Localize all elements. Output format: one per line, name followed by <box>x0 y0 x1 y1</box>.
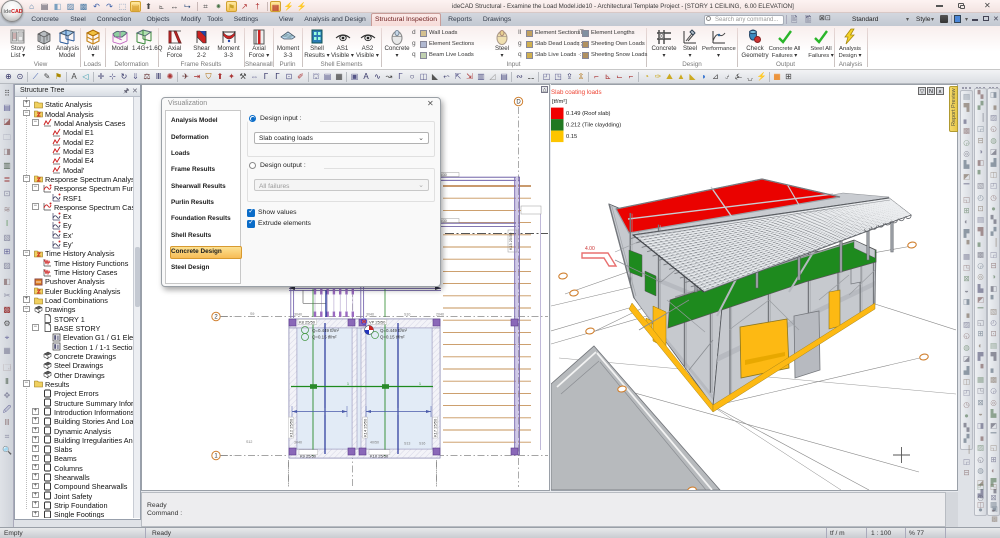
svg-text:S12: S12 <box>246 440 252 444</box>
svg-text:Q=0.15 tf/m²: Q=0.15 tf/m² <box>312 335 337 340</box>
svg-text:4.00: 4.00 <box>585 246 595 252</box>
svg-text:D: D <box>516 100 521 106</box>
svg-text:0.15: 0.15 <box>566 134 577 140</box>
svg-text:S16: S16 <box>419 442 425 446</box>
svg-text:VP 25/50: VP 25/50 <box>369 319 386 324</box>
svg-text:S13: S13 <box>404 442 410 446</box>
svg-text:3040: 3040 <box>294 313 302 317</box>
svg-text:3040: 3040 <box>294 441 302 445</box>
svg-text:0.149 (Roof slab): 0.149 (Roof slab) <box>566 111 611 117</box>
svg-text:Q=0.449 tf/m²: Q=0.449 tf/m² <box>380 328 408 333</box>
svg-text:K12 25/50: K12 25/50 <box>289 418 294 437</box>
svg-text:Q=0.449 tf/m²: Q=0.449 tf/m² <box>312 328 340 333</box>
svg-text:Q=0.15 tf/m²: Q=0.15 tf/m² <box>380 335 405 340</box>
svg-text:K9 25/50: K9 25/50 <box>300 453 317 458</box>
svg-text:40/50: 40/50 <box>370 441 379 445</box>
svg-text:1: 1 <box>419 382 421 386</box>
svg-text:Slab coating loads: Slab coating loads <box>551 89 602 96</box>
svg-text:K15 25/50: K15 25/50 <box>509 233 513 250</box>
svg-text:K8 25/50: K8 25/50 <box>299 319 316 324</box>
svg-text:3040: 3040 <box>366 313 374 317</box>
svg-text:1: 1 <box>347 382 349 386</box>
svg-text:[tf/m²]: [tf/m²] <box>552 99 567 105</box>
svg-text:S10: S10 <box>404 313 410 317</box>
svg-text:K14 25/50: K14 25/50 <box>363 418 368 437</box>
svg-text:K17 25/50: K17 25/50 <box>433 418 438 437</box>
svg-text:S9: S9 <box>250 312 254 316</box>
svg-text:K10 25/50: K10 25/50 <box>370 453 389 458</box>
svg-text:2040: 2040 <box>436 313 444 317</box>
svg-text:0.212 (Tile claydding): 0.212 (Tile claydding) <box>566 123 621 129</box>
